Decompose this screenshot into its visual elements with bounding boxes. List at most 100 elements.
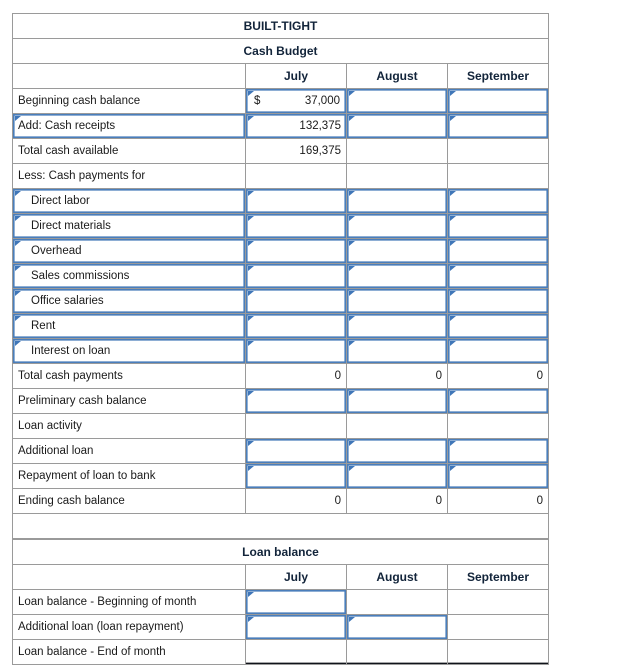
cell-repayment-of-loan-august[interactable] bbox=[346, 463, 448, 489]
cell-less-cash-payments-september bbox=[446, 163, 550, 189]
row-label-additional-loan-repayment: Additional loan (loan repayment) bbox=[12, 614, 246, 640]
cell-loan-beginning-august bbox=[346, 589, 448, 615]
budget-title-row: Cash Budget bbox=[11, 38, 550, 64]
table-row: Preliminary cash balance bbox=[12, 388, 550, 414]
cell-additional-loan-july[interactable] bbox=[245, 438, 347, 464]
cell-office-salaries-august[interactable] bbox=[346, 288, 448, 314]
table-row: Loan activity bbox=[12, 413, 550, 439]
table-row: Add: Cash receipts 132,375 bbox=[12, 113, 550, 139]
cell-direct-materials-august[interactable] bbox=[346, 213, 448, 239]
loan-column-header-july: July bbox=[245, 564, 347, 590]
cell-interest-on-loan-august[interactable] bbox=[346, 338, 448, 364]
cell-sales-commissions-july[interactable] bbox=[245, 263, 347, 289]
cell-loan-beginning-september bbox=[447, 589, 549, 615]
cell-rent-september[interactable] bbox=[446, 313, 550, 339]
cell-loan-end-august[interactable] bbox=[346, 639, 448, 665]
table-row: Interest on loan bbox=[12, 338, 550, 364]
loan-balance-table: Loan balance July August September Loan … bbox=[12, 539, 549, 665]
table-row: Ending cash balance 0 0 0 bbox=[12, 488, 550, 514]
cell-beginning-cash-balance-august[interactable] bbox=[346, 88, 448, 114]
cell-direct-materials-september[interactable] bbox=[446, 213, 550, 239]
cell-loan-additional-september bbox=[447, 614, 549, 640]
loan-column-header-september: September bbox=[447, 564, 549, 590]
loan-header-corner-cell bbox=[12, 564, 246, 590]
cell-loan-end-september[interactable] bbox=[447, 639, 549, 665]
cell-loan-end-july[interactable] bbox=[245, 639, 347, 665]
cell-overhead-july[interactable] bbox=[245, 238, 347, 264]
cell-office-salaries-september[interactable] bbox=[446, 288, 550, 314]
cell-sales-commissions-september[interactable] bbox=[446, 263, 550, 289]
cell-less-cash-payments-july bbox=[245, 163, 347, 189]
table-row: Rent bbox=[12, 313, 550, 339]
month-header-row: July August September bbox=[12, 63, 550, 89]
cell-rent-july[interactable] bbox=[245, 313, 347, 339]
table-row: Direct materials bbox=[12, 213, 550, 239]
row-label-beginning-cash-balance: Beginning cash balance bbox=[12, 88, 246, 114]
row-label-sales-commissions[interactable]: Sales commissions bbox=[12, 263, 246, 289]
table-row: Additional loan (loan repayment) bbox=[12, 614, 549, 640]
loan-month-header-row: July August September bbox=[12, 564, 549, 590]
row-label-preliminary-cash-balance: Preliminary cash balance bbox=[12, 388, 246, 414]
row-label-office-salaries[interactable]: Office salaries bbox=[12, 288, 246, 314]
company-title: BUILT-TIGHT bbox=[11, 13, 550, 39]
table-row: Overhead bbox=[12, 238, 550, 264]
table-row: Beginning cash balance $ 37,000 bbox=[12, 88, 550, 114]
row-label-add-cash-receipts[interactable]: Add: Cash receipts bbox=[12, 113, 246, 139]
row-label-direct-labor[interactable]: Direct labor bbox=[12, 188, 246, 214]
cell-cash-receipts-august[interactable] bbox=[346, 113, 448, 139]
table-row: Loan balance - Beginning of month bbox=[12, 589, 549, 615]
cell-total-cash-available-july: 169,375 bbox=[245, 138, 347, 164]
cell-cash-receipts-september[interactable] bbox=[446, 113, 550, 139]
cell-direct-labor-august[interactable] bbox=[346, 188, 448, 214]
cell-loan-activity-july bbox=[245, 413, 347, 439]
cell-overhead-september[interactable] bbox=[446, 238, 550, 264]
row-label-total-cash-available: Total cash available bbox=[12, 138, 246, 164]
row-label-repayment-of-loan-to-bank: Repayment of loan to bank bbox=[12, 463, 246, 489]
cell-preliminary-cash-balance-september[interactable] bbox=[446, 388, 550, 414]
cell-additional-loan-august[interactable] bbox=[346, 438, 448, 464]
loan-column-header-august: August bbox=[346, 564, 448, 590]
cell-beginning-cash-balance-september[interactable] bbox=[446, 88, 550, 114]
cell-overhead-august[interactable] bbox=[346, 238, 448, 264]
cell-ending-cash-balance-september[interactable]: 0 bbox=[446, 488, 550, 514]
cell-total-cash-payments-september: 0 bbox=[446, 363, 550, 389]
row-label-loan-balance-end-of-month: Loan balance - End of month bbox=[12, 639, 246, 665]
cell-interest-on-loan-september[interactable] bbox=[446, 338, 550, 364]
cell-repayment-of-loan-september[interactable] bbox=[446, 463, 550, 489]
cell-loan-additional-august[interactable] bbox=[346, 614, 448, 640]
currency-symbol-july: $ bbox=[254, 95, 261, 107]
cell-sales-commissions-august[interactable] bbox=[346, 263, 448, 289]
cell-office-salaries-july[interactable] bbox=[245, 288, 347, 314]
row-label-direct-materials[interactable]: Direct materials bbox=[12, 213, 246, 239]
cell-ending-cash-balance-august[interactable]: 0 bbox=[346, 488, 448, 514]
row-label-rent[interactable]: Rent bbox=[12, 313, 246, 339]
row-label-overhead[interactable]: Overhead bbox=[12, 238, 246, 264]
cell-direct-labor-july[interactable] bbox=[245, 188, 347, 214]
cell-loan-additional-july[interactable] bbox=[245, 614, 347, 640]
cell-direct-materials-july[interactable] bbox=[245, 213, 347, 239]
cell-additional-loan-september[interactable] bbox=[446, 438, 550, 464]
spacer-cell bbox=[11, 513, 550, 539]
cell-beginning-cash-balance-july[interactable]: $ 37,000 bbox=[245, 88, 347, 114]
loan-balance-title: Loan balance bbox=[12, 539, 549, 565]
cell-cash-receipts-july[interactable]: 132,375 bbox=[245, 113, 347, 139]
cash-budget-worksheet: BUILT-TIGHT Cash Budget July August Sept… bbox=[11, 13, 550, 665]
cell-repayment-of-loan-july[interactable] bbox=[245, 463, 347, 489]
row-label-ending-cash-balance: Ending cash balance bbox=[12, 488, 246, 514]
cell-preliminary-cash-balance-july[interactable] bbox=[245, 388, 347, 414]
cell-preliminary-cash-balance-august[interactable] bbox=[346, 388, 448, 414]
cell-direct-labor-september[interactable] bbox=[446, 188, 550, 214]
cell-loan-beginning-july[interactable] bbox=[245, 589, 347, 615]
cell-loan-activity-august bbox=[346, 413, 448, 439]
cash-budget-table: BUILT-TIGHT Cash Budget July August Sept… bbox=[11, 13, 550, 539]
value-beginning-cash-balance-july: 37,000 bbox=[304, 95, 340, 107]
table-row: Total cash payments 0 0 0 bbox=[12, 363, 550, 389]
row-label-interest-on-loan[interactable]: Interest on loan bbox=[12, 338, 246, 364]
cell-ending-cash-balance-july[interactable]: 0 bbox=[245, 488, 347, 514]
spacer-row bbox=[11, 513, 550, 539]
cell-rent-august[interactable] bbox=[346, 313, 448, 339]
table-row: Less: Cash payments for bbox=[12, 163, 550, 189]
cell-interest-on-loan-july[interactable] bbox=[245, 338, 347, 364]
loan-balance-title-row: Loan balance bbox=[12, 539, 549, 565]
table-row: Additional loan bbox=[12, 438, 550, 464]
